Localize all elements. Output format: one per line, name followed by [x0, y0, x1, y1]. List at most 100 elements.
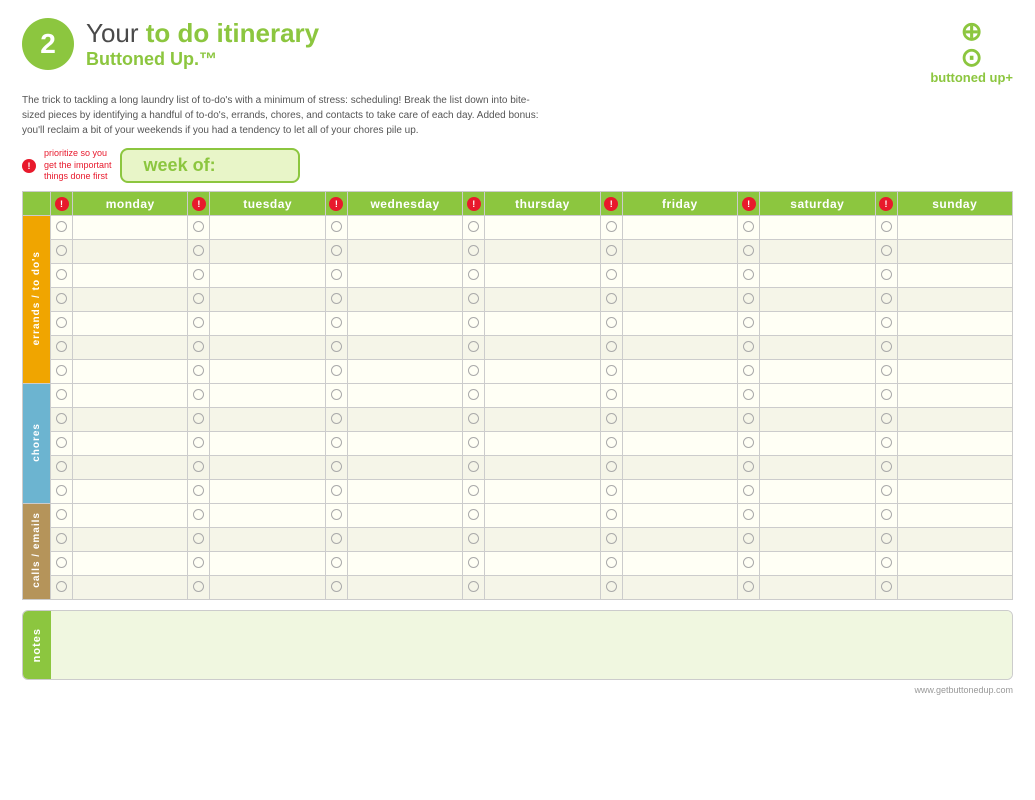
priority-cell[interactable]: [875, 384, 897, 408]
priority-cell[interactable]: [463, 312, 485, 336]
priority-cell[interactable]: [463, 504, 485, 528]
priority-cell[interactable]: [738, 336, 760, 360]
priority-cell[interactable]: [738, 360, 760, 384]
data-cell[interactable]: [73, 528, 188, 552]
priority-cell[interactable]: [463, 240, 485, 264]
priority-cell[interactable]: [463, 432, 485, 456]
data-cell[interactable]: [897, 480, 1012, 504]
data-cell[interactable]: [73, 576, 188, 600]
priority-cell[interactable]: [188, 576, 210, 600]
priority-cell[interactable]: [875, 456, 897, 480]
data-cell[interactable]: [897, 288, 1012, 312]
priority-cell[interactable]: [188, 432, 210, 456]
data-cell[interactable]: [897, 432, 1012, 456]
data-cell[interactable]: [73, 312, 188, 336]
priority-cell[interactable]: [325, 360, 347, 384]
priority-cell[interactable]: [51, 432, 73, 456]
data-cell[interactable]: [622, 384, 737, 408]
data-cell[interactable]: [73, 456, 188, 480]
priority-cell[interactable]: [325, 384, 347, 408]
priority-cell[interactable]: [188, 336, 210, 360]
data-cell[interactable]: [897, 264, 1012, 288]
priority-cell[interactable]: [738, 216, 760, 240]
priority-cell[interactable]: [738, 432, 760, 456]
data-cell[interactable]: [760, 264, 875, 288]
priority-cell[interactable]: [875, 408, 897, 432]
data-cell[interactable]: [347, 456, 462, 480]
priority-cell[interactable]: [875, 312, 897, 336]
priority-cell[interactable]: [463, 480, 485, 504]
priority-cell[interactable]: [188, 240, 210, 264]
priority-cell[interactable]: [188, 456, 210, 480]
notes-body[interactable]: [51, 611, 1012, 679]
data-cell[interactable]: [210, 312, 325, 336]
data-cell[interactable]: [760, 480, 875, 504]
priority-cell[interactable]: [463, 288, 485, 312]
data-cell[interactable]: [210, 528, 325, 552]
priority-cell[interactable]: [875, 264, 897, 288]
priority-cell[interactable]: [600, 216, 622, 240]
priority-cell[interactable]: [188, 408, 210, 432]
data-cell[interactable]: [347, 576, 462, 600]
week-of-box[interactable]: week of:: [120, 148, 300, 183]
data-cell[interactable]: [347, 360, 462, 384]
priority-cell[interactable]: [188, 288, 210, 312]
data-cell[interactable]: [897, 216, 1012, 240]
data-cell[interactable]: [485, 528, 600, 552]
priority-cell[interactable]: [738, 576, 760, 600]
priority-cell[interactable]: [875, 288, 897, 312]
priority-cell[interactable]: [600, 288, 622, 312]
priority-cell[interactable]: [463, 384, 485, 408]
priority-cell[interactable]: [188, 504, 210, 528]
data-cell[interactable]: [347, 384, 462, 408]
data-cell[interactable]: [210, 480, 325, 504]
data-cell[interactable]: [622, 480, 737, 504]
priority-cell[interactable]: [875, 432, 897, 456]
data-cell[interactable]: [485, 288, 600, 312]
data-cell[interactable]: [347, 288, 462, 312]
priority-cell[interactable]: [738, 408, 760, 432]
priority-cell[interactable]: [463, 264, 485, 288]
priority-cell[interactable]: [463, 456, 485, 480]
data-cell[interactable]: [760, 504, 875, 528]
priority-cell[interactable]: [600, 480, 622, 504]
data-cell[interactable]: [622, 552, 737, 576]
data-cell[interactable]: [897, 576, 1012, 600]
priority-cell[interactable]: [51, 264, 73, 288]
priority-cell[interactable]: [738, 384, 760, 408]
data-cell[interactable]: [622, 456, 737, 480]
data-cell[interactable]: [760, 576, 875, 600]
priority-cell[interactable]: [188, 552, 210, 576]
priority-cell[interactable]: [51, 480, 73, 504]
data-cell[interactable]: [73, 504, 188, 528]
priority-cell[interactable]: [325, 288, 347, 312]
priority-cell[interactable]: [51, 384, 73, 408]
data-cell[interactable]: [73, 480, 188, 504]
priority-cell[interactable]: [875, 576, 897, 600]
data-cell[interactable]: [347, 432, 462, 456]
priority-cell[interactable]: [600, 528, 622, 552]
priority-cell[interactable]: [188, 480, 210, 504]
data-cell[interactable]: [73, 360, 188, 384]
data-cell[interactable]: [760, 552, 875, 576]
priority-cell[interactable]: [188, 216, 210, 240]
data-cell[interactable]: [622, 432, 737, 456]
priority-cell[interactable]: [875, 528, 897, 552]
data-cell[interactable]: [210, 240, 325, 264]
data-cell[interactable]: [622, 504, 737, 528]
data-cell[interactable]: [210, 360, 325, 384]
data-cell[interactable]: [210, 576, 325, 600]
priority-cell[interactable]: [51, 408, 73, 432]
priority-cell[interactable]: [600, 240, 622, 264]
data-cell[interactable]: [897, 408, 1012, 432]
priority-cell[interactable]: [325, 408, 347, 432]
priority-cell[interactable]: [463, 360, 485, 384]
data-cell[interactable]: [73, 288, 188, 312]
priority-cell[interactable]: [325, 576, 347, 600]
data-cell[interactable]: [485, 576, 600, 600]
priority-cell[interactable]: [463, 216, 485, 240]
priority-cell[interactable]: [875, 216, 897, 240]
priority-cell[interactable]: [600, 456, 622, 480]
priority-cell[interactable]: [51, 576, 73, 600]
data-cell[interactable]: [760, 456, 875, 480]
